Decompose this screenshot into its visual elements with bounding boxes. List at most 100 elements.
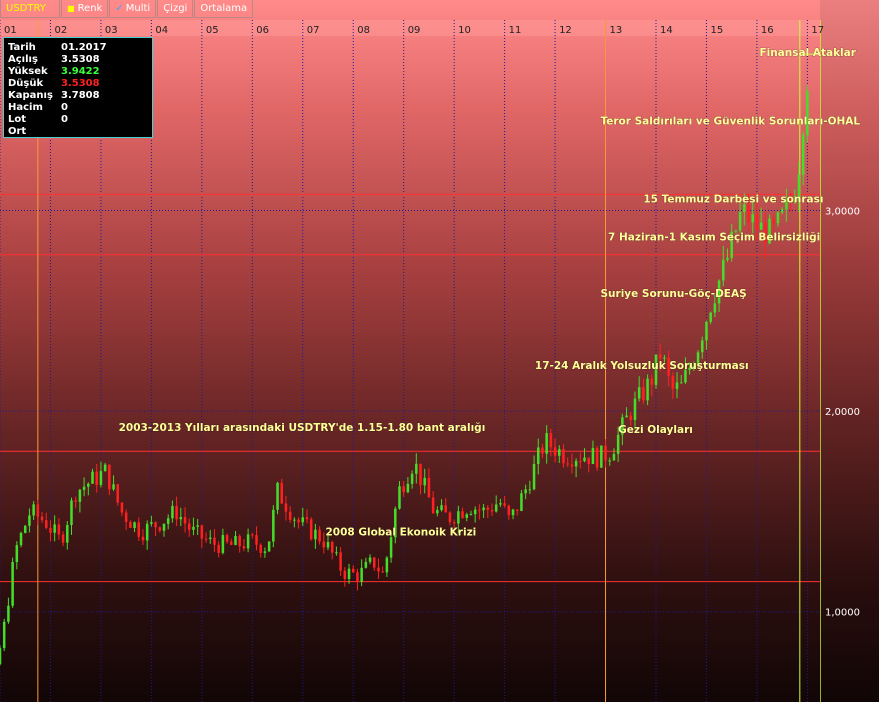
ohlc-info-panel: Tarih 01.2017 Açılış 3.5308 Yüksek 3.9422 D… xyxy=(3,37,153,138)
candle-body xyxy=(558,449,561,456)
candle-body xyxy=(515,509,519,511)
info-row-date: Tarih 01.2017 xyxy=(8,42,107,53)
x-tick-label: 16 xyxy=(761,25,774,36)
candle-body xyxy=(208,537,212,539)
candle-body xyxy=(78,489,82,502)
x-tick-label: 08 xyxy=(357,25,370,36)
candle-body xyxy=(343,570,347,579)
candle-body xyxy=(2,621,6,649)
candle-body xyxy=(705,321,708,341)
candle-body xyxy=(440,505,443,511)
y-tick-label: 3,0000 xyxy=(825,207,860,218)
cizgi-button[interactable]: Çizgi xyxy=(157,0,194,18)
candle-body xyxy=(150,522,153,524)
candle-body xyxy=(385,557,389,573)
candle-body xyxy=(675,382,679,389)
candle-body xyxy=(608,460,612,462)
candle-body xyxy=(322,541,326,548)
x-tick-label: 02 xyxy=(54,25,67,36)
candle-body xyxy=(642,387,645,401)
candle-body xyxy=(591,447,595,464)
candle-body xyxy=(280,482,284,504)
candle-body xyxy=(305,517,309,520)
candle-body xyxy=(276,482,279,510)
candle-body xyxy=(284,503,288,512)
candle-body xyxy=(171,505,174,519)
candle-body xyxy=(95,471,98,485)
candle-body xyxy=(162,523,166,531)
candle-body xyxy=(503,503,506,506)
candle-body xyxy=(112,484,115,490)
candle-body xyxy=(415,463,418,474)
candle-body xyxy=(553,447,557,456)
ortalama-label: Ortalama xyxy=(200,3,248,14)
candle-body xyxy=(650,378,654,385)
chart-window: 01 02 03 04 05 06 07 08 09 10 11 12 13 14 15 16 17 1,0000… xyxy=(0,0,879,702)
candle-body xyxy=(259,544,262,553)
candle-body xyxy=(158,527,162,531)
candle-body xyxy=(633,398,637,421)
candle-body xyxy=(28,515,31,526)
candle-body xyxy=(465,514,469,518)
candle-body xyxy=(448,512,452,523)
candle-body xyxy=(124,512,128,522)
multi-button[interactable]: ✓ Multi xyxy=(109,0,157,18)
candle-body xyxy=(494,504,498,512)
candle-body xyxy=(192,526,195,530)
candle-body xyxy=(490,509,494,512)
candle-body xyxy=(330,541,334,553)
info-row-volume: Hacim 0 xyxy=(8,102,68,113)
candle-body xyxy=(776,212,780,224)
info-row-lot: Lot 0 xyxy=(8,114,68,125)
candle-body xyxy=(87,483,90,487)
candle-body xyxy=(154,522,157,528)
candle-body xyxy=(66,525,69,543)
candle-body xyxy=(301,517,305,523)
candle-body xyxy=(288,511,292,520)
candle-body xyxy=(309,519,313,540)
candle-body xyxy=(272,509,275,542)
chart-annotation: Teror Saldırıları ve Güvenlik Sorunları-… xyxy=(600,115,860,127)
candle-body xyxy=(444,505,448,513)
candle-body xyxy=(377,567,380,572)
candle-body xyxy=(499,503,502,505)
candle-body xyxy=(255,535,258,545)
x-tick-label: 01 xyxy=(4,25,17,36)
x-tick-label: 15 xyxy=(710,25,723,36)
candle-body xyxy=(658,354,662,359)
candle-body xyxy=(40,516,44,521)
candle-body xyxy=(587,457,590,464)
renk-label: Renk xyxy=(77,3,103,14)
candle-body xyxy=(570,464,574,467)
candle-body xyxy=(427,477,431,498)
candle-body xyxy=(263,551,267,553)
candle-body xyxy=(61,534,65,543)
candle-body xyxy=(671,375,675,389)
x-tick-label: 09 xyxy=(408,25,421,36)
candle-body xyxy=(246,534,250,549)
candle-body xyxy=(137,522,141,537)
candle-body xyxy=(267,541,271,552)
candle-body xyxy=(230,541,233,545)
candle-body xyxy=(238,535,241,547)
candle-body xyxy=(646,378,649,401)
candle-body xyxy=(700,340,704,353)
candle-body xyxy=(486,507,490,510)
candle-body xyxy=(402,486,405,493)
symbol-label[interactable]: USDTRY xyxy=(0,0,60,18)
candle-body xyxy=(347,568,351,579)
candle-body xyxy=(780,209,784,213)
candle-body xyxy=(616,434,620,454)
candle-body xyxy=(423,477,426,486)
candle-body xyxy=(806,90,809,136)
candle-body xyxy=(372,557,376,568)
ortalama-button[interactable]: Ortalama xyxy=(194,0,254,18)
candle-body xyxy=(53,524,56,533)
candle-body xyxy=(360,567,363,582)
candle-body xyxy=(213,537,216,545)
candle-body xyxy=(478,509,481,511)
renk-button[interactable]: ■ Renk xyxy=(61,0,109,18)
candle-body xyxy=(183,517,187,524)
candle-body xyxy=(436,510,439,514)
candle-body xyxy=(381,571,384,573)
